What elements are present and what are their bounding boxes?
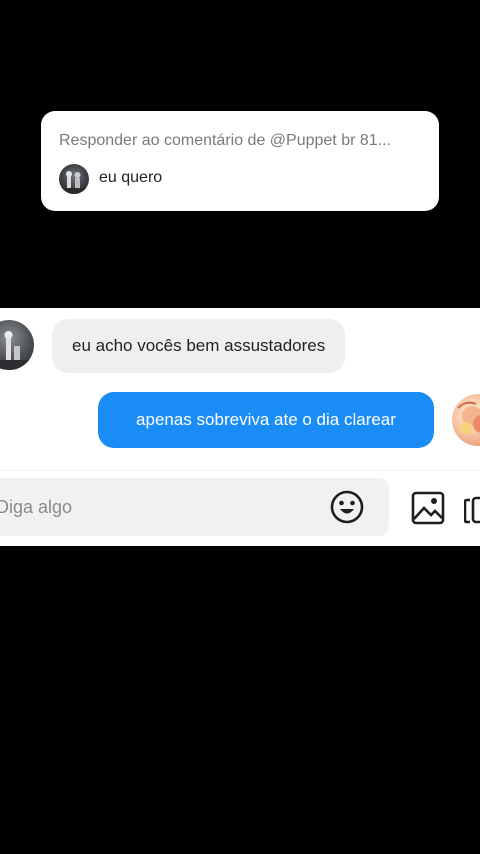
message-input[interactable] [0,478,316,536]
reply-comment-text: eu quero [99,169,163,186]
image-icon[interactable] [411,491,445,525]
message-composer[interactable] [0,478,389,536]
emoji-icon[interactable] [330,490,364,524]
commenter-avatar [59,164,89,194]
sender-avatar[interactable] [0,320,34,370]
sticker-icon[interactable] [463,496,480,524]
reply-card-title: Responder ao comentário de @Puppet br 81… [59,132,391,149]
composer-divider [0,470,480,471]
screen: Responder ao comentário de @Puppet br 81… [0,0,480,854]
outgoing-message-bubble: apenas sobreviva ate o dia clarear [98,392,434,448]
reply-comment-card[interactable]: Responder ao comentário de @Puppet br 81… [41,111,439,211]
incoming-message-bubble: eu acho vocês bem assustadores [52,319,346,373]
user-avatar[interactable] [452,394,480,446]
chat-panel: eu acho vocês bem assustadores apenas so… [0,308,480,546]
